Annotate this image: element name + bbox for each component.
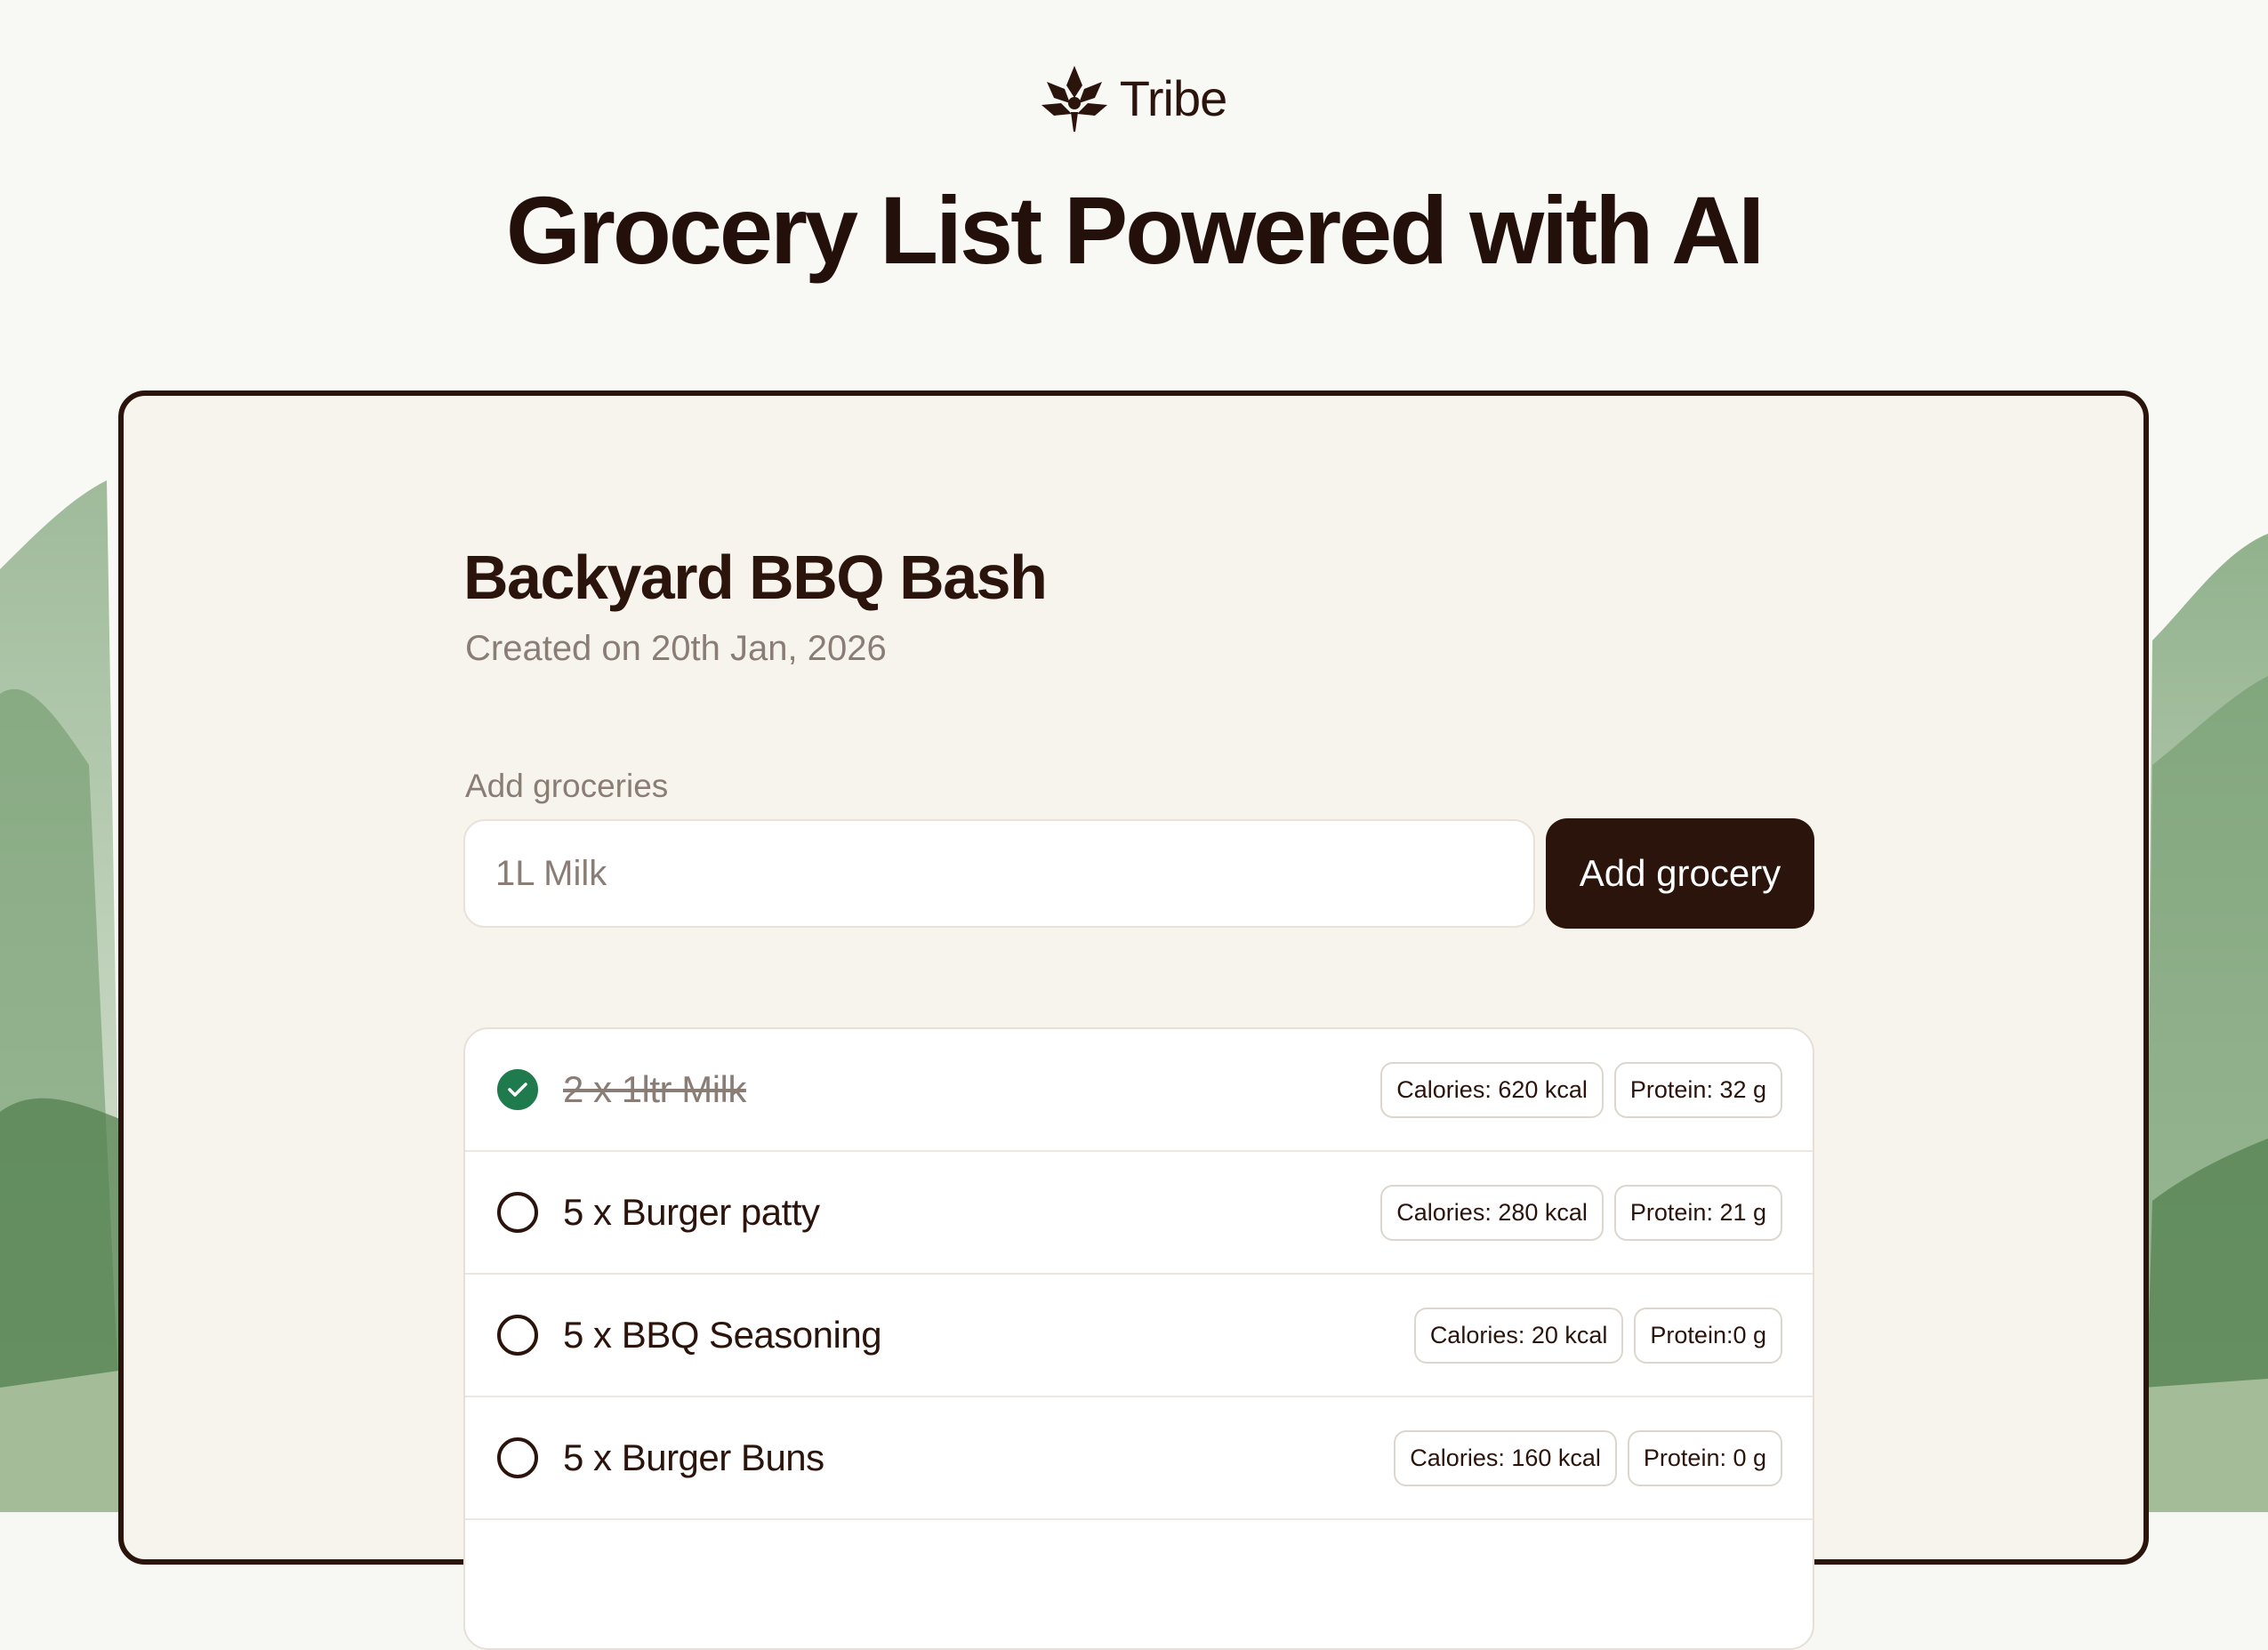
created-date: Created on 20th Jan, 2026 <box>465 629 887 668</box>
calories-badge: Calories: 20 kcal <box>1413 1307 1624 1364</box>
unchecked-checkbox-icon[interactable] <box>497 1437 538 1478</box>
list-item: 2 x 1ltr Milk Calories: 620 kcal Protein… <box>465 1029 1813 1152</box>
grocery-input[interactable] <box>463 819 1535 928</box>
item-label: 5 x Burger patty <box>563 1191 820 1233</box>
lotus-logo-icon <box>1041 66 1107 132</box>
brand-header: Tribe <box>0 62 2268 133</box>
list-item: 5 x Burger patty Calories: 280 kcal Prot… <box>465 1152 1813 1275</box>
nutrition-tags: Calories: 620 kcal Protein: 32 g <box>1380 1061 1782 1118</box>
calories-badge: Calories: 620 kcal <box>1380 1061 1604 1118</box>
unchecked-checkbox-icon[interactable] <box>497 1192 538 1233</box>
add-grocery-button[interactable]: Add grocery <box>1546 818 1814 929</box>
page-headline: Grocery List Powered with AI <box>505 176 1765 284</box>
list-title: Backyard BBQ Bash <box>463 543 1048 612</box>
protein-badge: Protein: 32 g <box>1613 1061 1782 1118</box>
list-item: 5 x BBQ Seasoning Calories: 20 kcal Prot… <box>465 1275 1813 1397</box>
protein-badge: Protein: 21 g <box>1613 1184 1782 1241</box>
grocery-items-list: 2 x 1ltr Milk Calories: 620 kcal Protein… <box>463 1027 1814 1650</box>
item-label: 2 x 1ltr Milk <box>563 1068 746 1110</box>
protein-badge: Protein:0 g <box>1634 1307 1782 1364</box>
nutrition-tags: Calories: 280 kcal Protein: 21 g <box>1380 1184 1782 1241</box>
item-label: 5 x BBQ Seasoning <box>563 1314 882 1356</box>
list-item: 5 x Burger Buns Calories: 160 kcal Prote… <box>465 1397 1813 1520</box>
checked-checkbox-icon[interactable] <box>497 1069 538 1110</box>
add-groceries-label: Add groceries <box>465 768 669 804</box>
nutrition-tags: Calories: 20 kcal Protein:0 g <box>1413 1307 1782 1364</box>
brand-name: Tribe <box>1119 69 1228 126</box>
calories-badge: Calories: 280 kcal <box>1380 1184 1604 1241</box>
calories-badge: Calories: 160 kcal <box>1394 1429 1617 1486</box>
nutrition-tags: Calories: 160 kcal Protein: 0 g <box>1394 1429 1782 1486</box>
item-label: 5 x Burger Buns <box>563 1437 824 1478</box>
unchecked-checkbox-icon[interactable] <box>497 1315 538 1356</box>
grocery-list-card: Backyard BBQ Bash Created on 20th Jan, 2… <box>118 390 2149 1650</box>
protein-badge: Protein: 0 g <box>1627 1429 1782 1486</box>
